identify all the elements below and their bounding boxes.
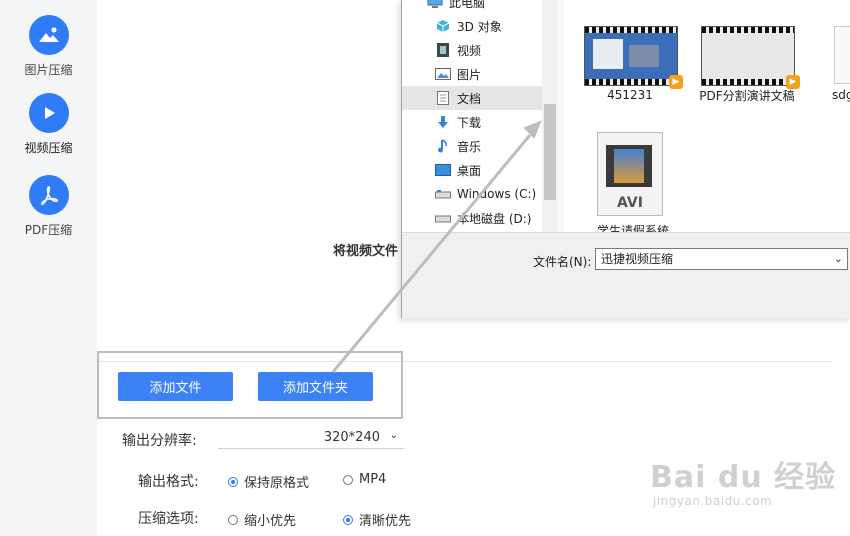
avi-file-icon: AVI — [597, 132, 663, 216]
video-icon — [435, 43, 451, 57]
tree-item-label: 音乐 — [457, 139, 482, 154]
image-icon — [28, 15, 69, 55]
drop-zone-text: 将视频文件 — [333, 244, 399, 259]
radio-selected-icon — [343, 514, 353, 525]
tree-item-desktop[interactable]: 桌面 — [402, 158, 542, 182]
tree-item-videos[interactable]: 视频 — [402, 38, 542, 62]
filename-input[interactable]: 迅捷视频压缩 ⌄ — [595, 248, 848, 270]
file-name: 451231 — [607, 88, 653, 102]
watermark-url: jingyan.baidu.com — [653, 494, 773, 508]
pdf-icon — [28, 175, 69, 215]
tree-item-label: 图片 — [457, 67, 482, 82]
file-name: 学生请假系统 — [596, 224, 669, 232]
radio-selected-icon — [228, 476, 238, 487]
file-item-avi[interactable]: AVI 学生请假系统 — [578, 130, 688, 232]
tree-item-label: 本地磁盘 (D:) — [457, 211, 532, 226]
tree-item-pictures[interactable]: 图片 — [402, 62, 542, 86]
chevron-down-icon[interactable]: ⌄ — [834, 249, 843, 269]
file-list: ▶ 451231 ▶ PDF分割演讲文稿 sdg AVI 学生请假系统 — [564, 0, 850, 232]
sidebar-item-label: 图片压缩 — [24, 63, 73, 77]
drive-icon — [435, 187, 451, 201]
compress-option-smaller[interactable]: 缩小优先 — [228, 510, 296, 529]
tree-item-3d-objects[interactable]: 3D 对象 — [402, 14, 542, 38]
radio-label: 清晰优先 — [359, 514, 412, 529]
resolution-label: 输出分辨率: — [122, 433, 197, 449]
compress-label: 压缩选项: — [138, 511, 199, 527]
tree-item-label: 视频 — [457, 43, 482, 58]
file-name: PDF分割演讲文稿 — [699, 89, 795, 103]
radio-unselected-icon — [228, 514, 238, 525]
radio-label: 缩小优先 — [244, 514, 297, 529]
tree-item-drive-c[interactable]: Windows (C:) — [402, 182, 542, 206]
tree-item-documents[interactable]: 文档 — [402, 86, 542, 110]
tree-item-label: 此电脑 — [449, 0, 486, 10]
filename-value: 迅捷视频压缩 — [601, 252, 674, 266]
desktop-icon — [435, 163, 451, 177]
avi-badge: AVI — [617, 195, 643, 211]
chevron-down-icon: ⌄ — [389, 430, 398, 441]
sidebar-item-image-compress[interactable]: 图片压缩 — [0, 15, 97, 78]
file-item-video[interactable]: ▶ PDF分割演讲文稿 — [697, 24, 800, 119]
music-icon — [435, 139, 451, 153]
file-item-partial[interactable]: sdg — [832, 24, 850, 104]
tree-item-label: 文档 — [457, 91, 482, 106]
radio-unselected-icon — [343, 474, 353, 485]
tree-item-label: 桌面 — [457, 163, 482, 178]
download-icon — [435, 115, 451, 129]
file-item-video[interactable]: ▶ 451231 — [580, 24, 683, 104]
play-icon — [28, 93, 69, 133]
picture-icon — [435, 67, 451, 81]
sidebar-item-video-compress[interactable]: 视频压缩 — [0, 93, 97, 156]
tree-item-drive-d[interactable]: 本地磁盘 (D:) — [402, 206, 542, 230]
sidebar-item-label: PDF压缩 — [24, 223, 73, 237]
file-name: sdg — [832, 88, 850, 102]
drive-icon — [435, 211, 451, 225]
tree-item-this-pc[interactable]: 此电脑 — [402, 0, 542, 14]
tree-scrollbar[interactable] — [542, 0, 558, 232]
sidebar-item-pdf-compress[interactable]: PDF压缩 — [0, 175, 97, 238]
video-thumbnail-icon: ▶ — [701, 26, 800, 89]
watermark-brand: Bai du 经验 — [650, 460, 837, 495]
compress-option-clearer[interactable]: 清晰优先 — [343, 510, 411, 529]
filename-label: 文件名(N): — [533, 255, 592, 269]
resolution-select[interactable]: 320*240 ⌄ — [218, 430, 404, 449]
sidebar-item-label: 视频压缩 — [24, 141, 73, 155]
navigation-tree: 此电脑 3D 对象 视频 图片 文档 下载 音乐 桌面 Windows (C:)… — [402, 0, 542, 232]
tree-item-label: 下载 — [457, 115, 482, 130]
cube-icon — [435, 19, 451, 33]
dialog-footer: 文件名(N): 迅捷视频压缩 ⌄ — [402, 232, 850, 318]
file-open-dialog: 此电脑 3D 对象 视频 图片 文档 下载 音乐 桌面 Windows (C:)… — [401, 0, 850, 318]
file-thumbnail-icon — [834, 26, 850, 84]
scrollbar-thumb[interactable] — [544, 104, 556, 200]
document-icon — [435, 91, 451, 105]
computer-icon — [427, 0, 443, 9]
tree-item-label: 3D 对象 — [457, 19, 502, 34]
tree-item-music[interactable]: 音乐 — [402, 134, 542, 158]
radio-label: 保持原格式 — [244, 476, 310, 491]
format-option-original[interactable]: 保持原格式 — [228, 472, 309, 491]
format-option-mp4[interactable]: MP4 — [343, 472, 386, 487]
baidu-watermark: Bai du 经验 jingyan.baidu.com — [650, 452, 837, 508]
radio-label: MP4 — [359, 472, 387, 487]
video-thumbnail-icon: ▶ — [584, 26, 683, 89]
add-file-button[interactable]: 添加文件 — [118, 372, 233, 401]
sidebar: 图片压缩 视频压缩 PDF压缩 — [0, 0, 97, 536]
resolution-value: 320*240 — [323, 430, 380, 445]
format-label: 输出格式: — [138, 474, 199, 490]
tree-item-downloads[interactable]: 下载 — [402, 110, 542, 134]
add-folder-button[interactable]: 添加文件夹 — [258, 372, 373, 401]
tree-item-label: Windows (C:) — [457, 187, 537, 201]
